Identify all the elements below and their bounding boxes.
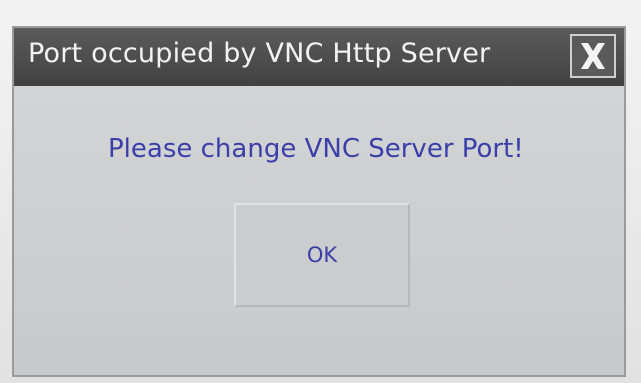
ok-button-label: OK xyxy=(306,243,338,267)
dialog-title-bar: Port occupied by VNC Http Server xyxy=(14,28,624,86)
close-icon xyxy=(581,43,605,69)
close-button[interactable] xyxy=(570,34,616,78)
dialog-message: Please change VNC Server Port! xyxy=(108,134,524,164)
dialog-title: Port occupied by VNC Http Server xyxy=(28,38,491,69)
dialog-content: Please change VNC Server Port! OK xyxy=(14,86,624,375)
screen-background: Port occupied by VNC Http Server Please … xyxy=(0,0,641,383)
error-dialog: Port occupied by VNC Http Server Please … xyxy=(12,26,626,377)
ok-button[interactable]: OK xyxy=(234,203,410,307)
